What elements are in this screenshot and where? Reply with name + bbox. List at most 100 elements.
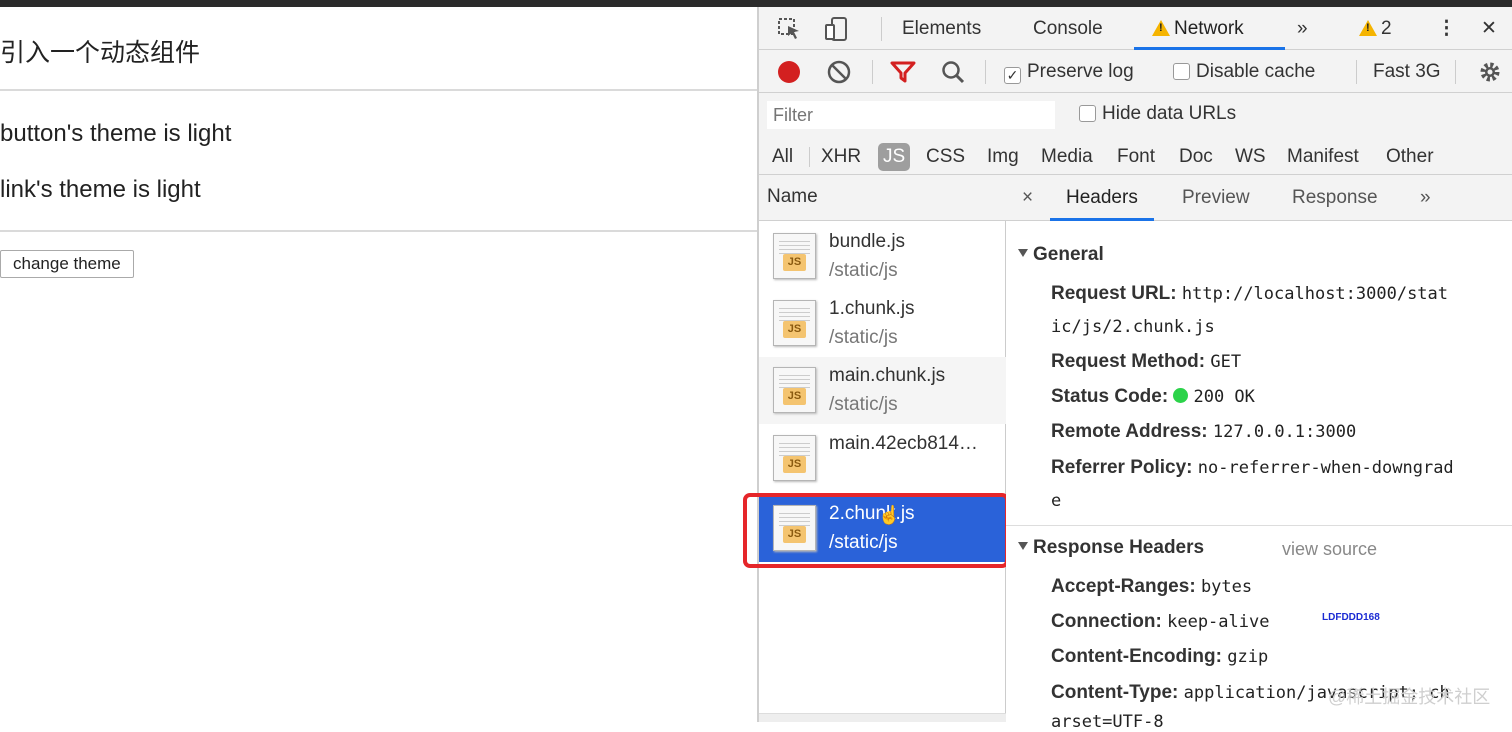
devtools-tab-bar: Elements Console Network » 2 ⋮ ✕ [759, 7, 1512, 50]
request-name: main.chunk.js [829, 365, 946, 386]
request-method-value: GET [1210, 352, 1242, 372]
referrer-policy-row: Referrer Policy: no-referrer-when-downgr… [1051, 457, 1454, 479]
remote-address-row: Remote Address: 127.0.0.1:3000 [1051, 421, 1356, 443]
request-url-value: http://localhost:3000/stat [1181, 284, 1449, 304]
detail-tab-bar: × Headers Preview Response » [1006, 175, 1512, 221]
status-ok-dot-icon [1173, 388, 1189, 403]
status-code-row: Status Code: 200 OK [1051, 386, 1255, 408]
tab-preview[interactable]: Preview [1182, 175, 1250, 221]
content-type-value-continued: arset=UTF-8 [1051, 712, 1164, 732]
type-filter-doc[interactable]: Doc [1179, 143, 1213, 171]
request-method-label: Request Method: [1051, 351, 1206, 372]
toolbar-separator [1455, 60, 1456, 84]
tab-network[interactable]: Network [1134, 7, 1285, 50]
button-theme-text: button's theme is light [0, 120, 232, 147]
response-headers-title: Response Headers [1033, 537, 1205, 558]
window-top-bar [0, 0, 1512, 7]
tab-headers[interactable]: Headers [1050, 175, 1154, 221]
request-path: /static/js [829, 327, 898, 348]
accept-ranges-label: Accept-Ranges: [1051, 576, 1196, 597]
referrer-policy-label: Referrer Policy: [1051, 457, 1193, 478]
search-icon[interactable] [940, 50, 966, 93]
tab-elements[interactable]: Elements [902, 7, 981, 50]
request-method-row: Request Method: GET [1051, 351, 1241, 373]
request-list: Name JS bundle.js /static/js JS 1.chunk.… [743, 175, 1009, 722]
settings-gear-icon[interactable] [1477, 50, 1503, 93]
type-filter-xhr[interactable]: XHR [821, 143, 861, 171]
devtools-panel: Elements Console Network » 2 ⋮ ✕ ✓ Preser… [743, 7, 1512, 732]
type-filter-ws[interactable]: WS [1235, 143, 1266, 171]
type-filter-js[interactable]: JS [878, 143, 911, 171]
type-filter-other[interactable]: Other [1386, 143, 1434, 171]
toolbar-separator [872, 60, 873, 84]
type-filter-img[interactable]: Img [987, 143, 1019, 171]
request-name: main.42ecb814… [829, 433, 978, 454]
horizontal-scrollbar[interactable] [759, 713, 1006, 722]
general-section-header[interactable]: General [1018, 244, 1104, 266]
hide-data-urls-checkbox[interactable]: Hide data URLs [1079, 103, 1236, 125]
warnings-count: 2 [1381, 18, 1392, 39]
type-filter-media[interactable]: Media [1041, 143, 1093, 171]
filter-row: Hide data URLs [759, 93, 1512, 137]
page-title: 引入一个动态组件 [0, 39, 201, 67]
content-encoding-row: Content-Encoding: gzip [1051, 646, 1268, 668]
collapse-triangle-icon [1018, 542, 1028, 550]
type-filter-css[interactable]: CSS [926, 143, 965, 171]
request-row[interactable]: JS main.chunk.js /static/js [759, 357, 1006, 424]
close-detail-icon[interactable]: × [1022, 175, 1033, 221]
device-toolbar-icon[interactable] [823, 7, 849, 50]
connection-row: Connection: keep-alive [1051, 611, 1269, 633]
kebab-menu-icon[interactable]: ⋮ [1437, 7, 1456, 50]
throttling-select[interactable]: Fast 3G [1373, 50, 1447, 93]
referrer-policy-value: no-referrer-when-downgrad [1197, 458, 1454, 478]
disable-cache-label: Disable cache [1196, 61, 1316, 82]
request-row[interactable]: JS main.42ecb814… [759, 425, 1006, 492]
general-title: General [1033, 244, 1104, 265]
warnings-counter[interactable]: 2 [1359, 7, 1392, 50]
filter-funnel-icon[interactable] [890, 50, 916, 93]
record-icon[interactable] [776, 50, 802, 93]
js-file-icon: JS [773, 233, 816, 279]
divider [0, 230, 757, 232]
request-detail-panel: × Headers Preview Response » General Req… [1006, 175, 1512, 732]
inspect-element-icon[interactable] [777, 7, 803, 50]
type-filter-manifest[interactable]: Manifest [1287, 143, 1359, 171]
close-devtools-icon[interactable]: ✕ [1481, 7, 1497, 50]
web-page: 引入一个动态组件 button's theme is light link's … [0, 7, 757, 722]
request-path: /static/js [829, 394, 898, 415]
preserve-log-checkbox[interactable]: ✓ Preserve log [1004, 50, 1134, 93]
remote-address-value: 127.0.0.1:3000 [1212, 422, 1357, 442]
response-headers-section-header[interactable]: Response Headers [1018, 537, 1204, 559]
checkbox-checked-icon: ✓ [1004, 67, 1021, 84]
type-filter-font[interactable]: Font [1117, 143, 1155, 171]
stamp-label: LDFDDD168 [1322, 612, 1380, 623]
js-file-icon: JS [773, 300, 816, 346]
resource-type-filter: All XHR JS CSS Img Media Font Doc WS Man… [759, 137, 1512, 175]
view-source-link[interactable]: view source [1282, 539, 1377, 560]
tab-response[interactable]: Response [1292, 175, 1378, 221]
status-code-value: 200 OK [1193, 387, 1255, 407]
type-separator [809, 147, 810, 167]
request-url-row: Request URL: http://localhost:3000/stat [1051, 283, 1448, 305]
divider [0, 89, 757, 91]
disable-cache-checkbox[interactable]: Disable cache [1173, 50, 1315, 93]
request-name: 1.chunk.js [829, 298, 915, 319]
content-encoding-label: Content-Encoding: [1051, 646, 1222, 667]
tab-network-label: Network [1174, 18, 1244, 39]
checkbox-unchecked-icon [1173, 63, 1190, 80]
hide-data-urls-label: Hide data URLs [1102, 103, 1237, 124]
network-toolbar: ✓ Preserve log Disable cache Fast 3G [759, 50, 1512, 93]
filter-input[interactable] [767, 101, 1055, 129]
type-filter-all[interactable]: All [772, 143, 793, 171]
remote-address-label: Remote Address: [1051, 421, 1208, 442]
clear-icon[interactable] [826, 50, 852, 93]
more-detail-tabs-icon[interactable]: » [1420, 175, 1431, 221]
tab-separator [881, 17, 882, 41]
tab-console[interactable]: Console [1033, 7, 1103, 50]
request-row[interactable]: JS bundle.js /static/js [759, 223, 1006, 290]
name-column-header[interactable]: Name [759, 175, 1006, 221]
request-row[interactable]: JS 1.chunk.js /static/js [759, 290, 1006, 357]
change-theme-button[interactable]: change theme [0, 250, 134, 278]
request-url-value-continued: ic/js/2.chunk.js [1051, 317, 1215, 337]
more-tabs-chevron-icon[interactable]: » [1297, 7, 1308, 50]
